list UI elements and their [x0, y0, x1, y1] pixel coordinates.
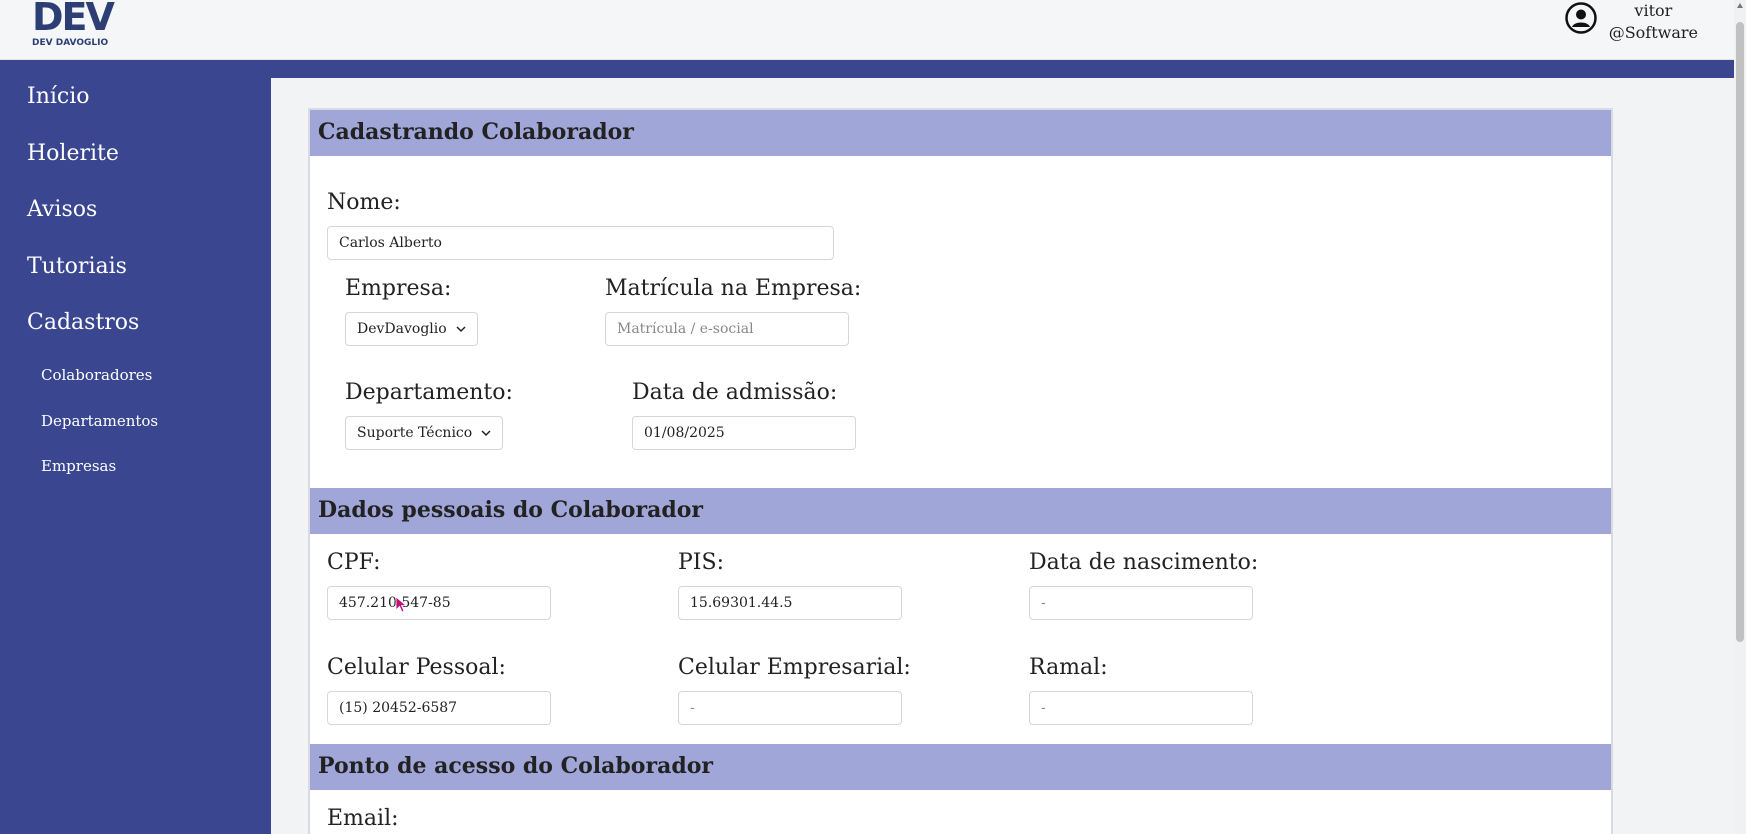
email-label: Email: — [327, 806, 399, 831]
section-title-cadastro: Cadastrando Colaborador — [318, 119, 634, 145]
matricula-label: Matrícula na Empresa: — [605, 276, 862, 301]
company-logo[interactable]: DEV DEV DAVOGLIO — [30, 0, 120, 52]
scroll-up-arrow-icon[interactable] — [1737, 3, 1743, 8]
user-info: vitor @Software — [1609, 0, 1698, 44]
user-company: @Software — [1608, 23, 1698, 42]
admissao-input[interactable]: 01/08/2025 — [632, 416, 856, 450]
mouse-cursor-icon — [395, 596, 408, 613]
logo-mark: DEV — [32, 0, 115, 39]
section-title-dados-pessoais: Dados pessoais do Colaborador — [318, 497, 703, 523]
celular-empresarial-input[interactable]: - — [678, 691, 902, 725]
ramal-label: Ramal: — [1029, 655, 1108, 680]
sidebar-item-inicio[interactable]: Início — [27, 84, 90, 109]
user-avatar-icon[interactable] — [1564, 2, 1597, 34]
sidebar-subitem-colaboradores[interactable]: Colaboradores — [41, 366, 152, 384]
sidebar-subitem-departamentos[interactable]: Departamentos — [41, 412, 158, 430]
cpf-label: CPF: — [327, 550, 381, 575]
section-header-ponto-acesso: Ponto de acesso do Colaborador — [310, 744, 1611, 790]
empresa-select-value: DevDavoglio — [357, 321, 447, 337]
top-header: DEV DEV DAVOGLIO vitor @Software — [0, 0, 1746, 60]
nome-label: Nome: — [327, 190, 401, 215]
sidebar-subitem-empresas[interactable]: Empresas — [41, 457, 116, 475]
section-header-dados-pessoais: Dados pessoais do Colaborador — [310, 488, 1611, 534]
chevron-down-icon — [481, 430, 491, 437]
nascimento-input[interactable]: - — [1029, 586, 1253, 620]
admissao-label: Data de admissão: — [632, 380, 838, 405]
matricula-input[interactable]: Matrícula / e-social — [605, 312, 849, 346]
departamento-select[interactable]: Suporte Técnico — [345, 416, 504, 450]
celular-pessoal-input[interactable]: (15) 20452-6587 — [327, 691, 551, 725]
departamento-label: Departamento: — [345, 380, 513, 405]
logo-text: DEV DAVOGLIO — [32, 38, 109, 48]
sidebar-item-holerite[interactable]: Holerite — [27, 141, 119, 166]
pis-input[interactable]: 15.69301.44.5 — [678, 586, 902, 620]
nascimento-label: Data de nascimento: — [1029, 550, 1259, 575]
main-content: Cadastrando Colaborador Nome: Carlos Alb… — [271, 78, 1734, 834]
form-card: Cadastrando Colaborador Nome: Carlos Alb… — [308, 108, 1613, 834]
sidebar-item-tutoriais[interactable]: Tutoriais — [27, 254, 127, 279]
celular-pessoal-label: Celular Pessoal: — [327, 655, 506, 680]
section-title-ponto-acesso: Ponto de acesso do Colaborador — [318, 753, 713, 779]
user-menu[interactable]: vitor @Software — [1564, 0, 1698, 44]
page-scrollbar[interactable] — [1734, 0, 1746, 834]
empresa-select[interactable]: DevDavoglio — [345, 312, 478, 346]
scrollbar-thumb[interactable] — [1736, 22, 1744, 642]
departamento-select-value: Suporte Técnico — [357, 425, 473, 441]
celular-empresarial-label: Celular Empresarial: — [678, 655, 911, 680]
section-header-cadastro: Cadastrando Colaborador — [310, 110, 1611, 156]
user-name: vitor — [1634, 1, 1673, 20]
empresa-label: Empresa: — [345, 276, 452, 301]
sidebar: Início Holerite Avisos Tutoriais Cadastr… — [0, 60, 271, 834]
ramal-input[interactable]: - — [1029, 691, 1253, 725]
pis-label: PIS: — [678, 550, 724, 575]
cpf-input[interactable]: 457.210.547-85 — [327, 586, 551, 620]
nome-input[interactable]: Carlos Alberto — [327, 226, 834, 260]
chevron-down-icon — [456, 326, 466, 333]
sidebar-item-cadastros[interactable]: Cadastros — [27, 310, 139, 335]
sidebar-item-avisos[interactable]: Avisos — [27, 197, 97, 222]
